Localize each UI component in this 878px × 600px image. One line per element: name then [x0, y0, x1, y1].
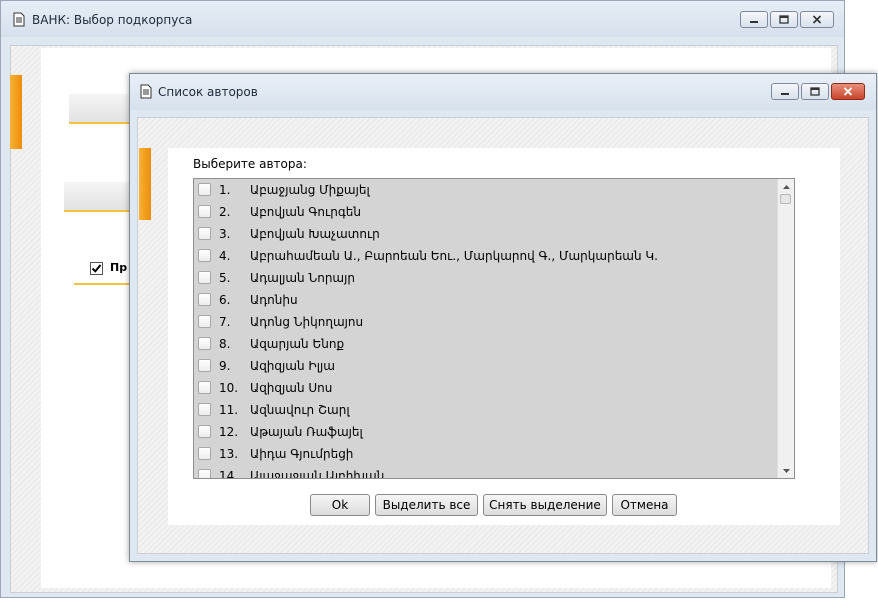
background-checkbox-label: Пр — [110, 261, 128, 274]
dialog-maximize-button[interactable] — [801, 83, 829, 100]
author-checkbox[interactable] — [198, 227, 211, 240]
list-item[interactable]: 6. Ադոնիս — [194, 289, 794, 311]
deselect-button[interactable]: Снять выделение — [483, 494, 607, 516]
author-checkbox[interactable] — [198, 205, 211, 218]
author-checkbox[interactable] — [198, 183, 211, 196]
list-item[interactable]: 3. Աբովյան Խաչատուր — [194, 223, 794, 245]
minimize-icon — [781, 92, 789, 95]
author-checkbox[interactable] — [198, 359, 211, 372]
dialog-accent-tab — [139, 148, 151, 220]
author-number: 14. — [219, 469, 239, 479]
cancel-button[interactable]: Отмена — [612, 494, 677, 516]
author-checkbox[interactable] — [198, 469, 211, 478]
minimize-icon — [750, 20, 758, 23]
dialog-titlebar[interactable]: Список авторов — [130, 74, 876, 110]
list-item[interactable]: 13. Աիդա Գյումրեցի — [194, 443, 794, 465]
author-checkbox[interactable] — [198, 293, 211, 306]
document-icon — [13, 12, 25, 27]
list-item[interactable]: 10. Ազիզյան Սոս — [194, 377, 794, 399]
dialog-title: Список авторов — [158, 85, 258, 99]
background-header-bar-2 — [64, 182, 139, 212]
author-name: Ազնավուր Շարլ — [250, 403, 350, 417]
author-name: Ադոնիս — [250, 293, 298, 307]
maximize-icon — [810, 87, 820, 96]
author-number: 13. — [219, 447, 239, 461]
main-close-button[interactable] — [800, 11, 834, 28]
author-checkbox[interactable] — [198, 315, 211, 328]
author-checkbox[interactable] — [198, 271, 211, 284]
arrow-up-icon — [782, 184, 790, 189]
list-item[interactable]: 1. Աբաջյանց Միքայել — [194, 179, 794, 201]
author-name: Աթայան Ռաֆայել — [250, 425, 363, 439]
list-item[interactable]: 9. Ազիզյան Իլյա — [194, 355, 794, 377]
ok-button[interactable]: Ok — [310, 494, 370, 516]
author-name: Ազիզյան Իլյա — [250, 359, 335, 373]
list-item[interactable]: 2. Աբովյան Գուրգեն — [194, 201, 794, 223]
dialog-button-row: Ok Выделить все Снять выделение Отмена — [310, 494, 677, 516]
document-icon — [140, 84, 152, 99]
author-number: 10. — [219, 381, 239, 395]
authors-dialog: Список авторов Выберите автора: 1. Աբաջյա… — [129, 73, 877, 562]
author-checkbox[interactable] — [198, 249, 211, 262]
main-maximize-button[interactable] — [770, 11, 798, 28]
author-checkbox[interactable] — [198, 337, 211, 350]
list-item[interactable]: 11. Ազնավուր Շարլ — [194, 399, 794, 421]
close-icon — [812, 15, 822, 24]
select-all-button[interactable]: Выделить все — [375, 494, 478, 516]
authors-list-scrollbar[interactable] — [777, 179, 794, 478]
author-checkbox[interactable] — [198, 447, 211, 460]
list-item[interactable]: 8. Ազարյան Ենոք — [194, 333, 794, 355]
author-name: Աբաջյանց Միքայել — [250, 183, 370, 197]
author-number: 9. — [219, 359, 231, 373]
maximize-icon — [779, 15, 789, 24]
dialog-minimize-button[interactable] — [771, 83, 799, 100]
checkmark-icon — [91, 264, 102, 273]
author-name: Աիդա Գյումրեցի — [250, 447, 354, 461]
list-item[interactable]: 5. Ադալյան Նորայր — [194, 267, 794, 289]
main-accent-tab — [10, 75, 22, 149]
arrow-down-icon — [782, 468, 790, 473]
author-number: 12. — [219, 425, 239, 439]
dialog-client: Выберите автора: 1. Աբաջյանց Միքայել 2. Աբ… — [137, 117, 869, 554]
author-number: 7. — [219, 315, 231, 329]
main-window-title: ВАНК: Выбор подкорпуса — [32, 13, 193, 27]
author-number: 1. — [219, 183, 231, 197]
author-checkbox[interactable] — [198, 381, 211, 394]
author-name: Ազիզյան Սոս — [250, 381, 333, 395]
main-window-titlebar[interactable]: ВАНК: Выбор подкорпуса — [1, 1, 844, 37]
background-checkbox-row: Пр — [74, 255, 134, 285]
author-name: Աբովյան Գուրգեն — [250, 205, 361, 219]
list-item[interactable]: 7. Ադոնց Նիկողայոս — [194, 311, 794, 333]
author-name: Ալաջաջյան Ալբիխան — [250, 469, 385, 479]
scroll-thumb[interactable] — [780, 194, 791, 204]
author-name: Ազարյան Ենոք — [250, 337, 345, 351]
background-checkbox[interactable] — [90, 262, 103, 275]
author-name: Աբովյան Խաչատուր — [250, 227, 380, 241]
authors-list-rows: 1. Աբաջյանց Միքայել 2. Աբովյան Գուրգեն 3. Ա… — [194, 179, 794, 479]
select-author-prompt: Выберите автора: — [193, 157, 307, 171]
dialog-close-button[interactable] — [831, 83, 865, 100]
author-checkbox[interactable] — [198, 425, 211, 438]
dialog-content-panel: Выберите автора: 1. Աբաջյանց Միքայել 2. Աբ… — [168, 148, 840, 525]
author-name: Ադալյան Նորայր — [250, 271, 355, 285]
author-name: Ադոնց Նիկողայոս — [250, 315, 364, 329]
author-number: 8. — [219, 337, 231, 351]
author-number: 5. — [219, 271, 231, 285]
author-number: 4. — [219, 249, 231, 263]
author-number: 3. — [219, 227, 231, 241]
list-item[interactable]: 14. Ալաջաջյան Ալբիխան — [194, 465, 794, 479]
scroll-up-button[interactable] — [779, 180, 793, 193]
list-item[interactable]: 12. Աթայան Ռաֆայել — [194, 421, 794, 443]
author-name: Աբրահամեան Ա., Բարոեան Եու., Մարկարով Գ.… — [250, 249, 658, 263]
scroll-down-button[interactable] — [779, 464, 793, 477]
author-number: 2. — [219, 205, 231, 219]
list-item[interactable]: 4. Աբրահամեան Ա., Բարոեան Եու., Մարկարով … — [194, 245, 794, 267]
main-minimize-button[interactable] — [740, 11, 768, 28]
author-checkbox[interactable] — [198, 403, 211, 416]
close-icon — [843, 87, 853, 96]
authors-list[interactable]: 1. Աբաջյանց Միքայել 2. Աբովյան Գուրգեն 3. Ա… — [193, 178, 795, 479]
author-number: 6. — [219, 293, 231, 307]
author-number: 11. — [219, 403, 239, 417]
